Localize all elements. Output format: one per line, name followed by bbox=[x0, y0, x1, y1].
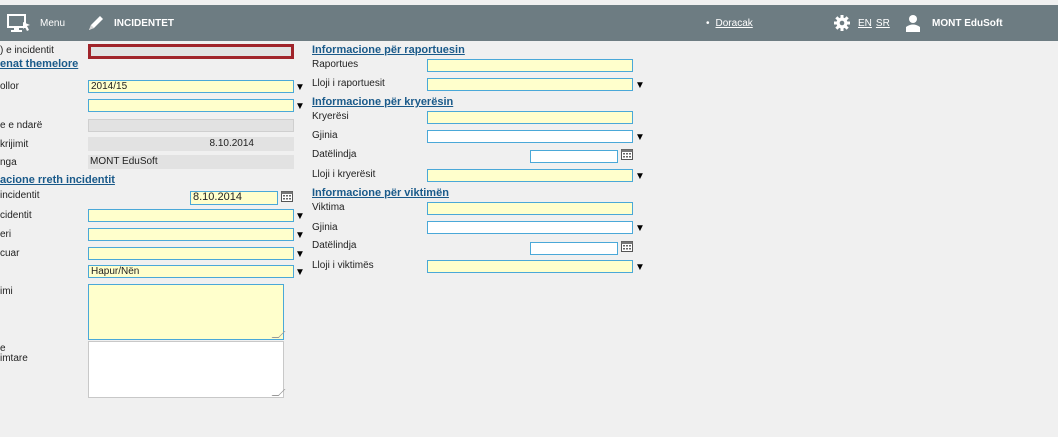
language-switcher: EN SR bbox=[858, 5, 890, 41]
victim-name-label: Viktima bbox=[312, 202, 345, 213]
victim-type-label: Lloji i viktimës bbox=[312, 260, 374, 271]
school-select[interactable] bbox=[88, 99, 294, 112]
lang-en-link[interactable]: EN bbox=[858, 18, 872, 29]
section-reporter: Informacione për raportuesin bbox=[312, 44, 465, 56]
victim-type-select[interactable] bbox=[427, 260, 633, 273]
status-select[interactable]: Hapur/Nën bbox=[88, 265, 294, 278]
reporter-type-dropdown-icon[interactable]: ▼ bbox=[635, 81, 645, 91]
incident-date-label: incidentit bbox=[0, 190, 40, 201]
details-textarea[interactable] bbox=[88, 341, 286, 398]
user-icon bbox=[906, 15, 920, 32]
victim-birth-field[interactable] bbox=[530, 242, 618, 255]
menu-monitor-icon bbox=[7, 14, 30, 32]
victim-type-dropdown-icon[interactable]: ▼ bbox=[635, 263, 645, 273]
pencil-icon bbox=[89, 16, 103, 30]
victim-gender-select[interactable] bbox=[427, 221, 633, 234]
reporter-name-label: Raportues bbox=[312, 59, 359, 70]
incident-date-field[interactable]: 8.10.2014 bbox=[190, 191, 278, 205]
manual-link[interactable]: Doracak bbox=[716, 18, 753, 29]
perpetrator-birth-field[interactable] bbox=[530, 150, 618, 163]
incident-form: ) e incidentit enat themelore ollor 2014… bbox=[0, 41, 1058, 437]
perpetrator-type-select[interactable] bbox=[427, 169, 633, 182]
reporter-type-select[interactable] bbox=[427, 78, 633, 91]
school-year-label: ollor bbox=[0, 81, 19, 92]
field-cuar-dropdown-icon[interactable]: ▼ bbox=[295, 250, 305, 260]
field-eri-dropdown-icon[interactable]: ▼ bbox=[295, 231, 305, 241]
reporter-type-label: Lloji i raportuesit bbox=[312, 78, 385, 89]
menu-label: Menu bbox=[40, 17, 66, 29]
perpetrator-birth-label: Datëlindja bbox=[312, 149, 357, 160]
perpetrator-gender-select[interactable] bbox=[427, 130, 633, 143]
details-label-line2: imtare bbox=[0, 353, 28, 364]
field-eri-select[interactable] bbox=[88, 228, 294, 241]
victim-gender-label: Gjinia bbox=[312, 222, 338, 233]
victim-birth-label: Datëlindja bbox=[312, 240, 357, 251]
created-by-label: nga bbox=[0, 157, 17, 168]
section-incident-info: acione rreth incidentit bbox=[0, 174, 115, 186]
perpetrator-name-field[interactable] bbox=[427, 111, 633, 124]
calendar-icon[interactable] bbox=[281, 190, 293, 202]
gear-icon bbox=[834, 15, 850, 31]
description-textarea[interactable] bbox=[88, 284, 286, 340]
school-year-dropdown-icon[interactable]: ▼ bbox=[295, 83, 305, 93]
perpetrator-type-dropdown-icon[interactable]: ▼ bbox=[635, 172, 645, 182]
perpetrator-name-label: Kryerësi bbox=[312, 111, 349, 122]
resize-grip-icon[interactable] bbox=[271, 331, 286, 338]
perpetrator-type-label: Lloji i kryerësit bbox=[312, 169, 376, 180]
field-cuar-select[interactable] bbox=[88, 247, 294, 260]
divided-field bbox=[88, 119, 294, 132]
incident-id-label: ) e incidentit bbox=[0, 45, 54, 56]
calendar-icon[interactable] bbox=[621, 240, 633, 252]
module-header: INCIDENTET bbox=[86, 5, 174, 41]
divided-label: e e ndarë bbox=[0, 120, 43, 131]
created-by-value: MONT EduSoft bbox=[88, 155, 294, 169]
resize-grip-icon[interactable] bbox=[271, 389, 286, 396]
user-name: MONT EduSoft bbox=[932, 17, 1003, 29]
reporter-name-field[interactable] bbox=[427, 59, 633, 72]
incident-id-field[interactable] bbox=[88, 44, 294, 59]
field-cuar-label: cuar bbox=[0, 248, 20, 259]
user-menu[interactable]: MONT EduSoft bbox=[906, 5, 1003, 41]
top-nav-bar: Menu INCIDENTET • Doracak EN SR MONT Edu… bbox=[0, 5, 1058, 41]
lang-sr-link[interactable]: SR bbox=[876, 18, 890, 29]
description-label: imi bbox=[0, 286, 13, 297]
bullet-icon: • bbox=[706, 17, 710, 29]
created-date-value: 8.10.2014 bbox=[88, 137, 294, 151]
school-dropdown-icon[interactable]: ▼ bbox=[295, 102, 305, 112]
settings-button[interactable] bbox=[834, 5, 850, 41]
section-victim: Informacione për viktimën bbox=[312, 187, 449, 199]
module-title: INCIDENTET bbox=[114, 17, 174, 29]
incident-type-label: cidentit bbox=[0, 210, 32, 221]
status-dropdown-icon[interactable]: ▼ bbox=[295, 268, 305, 278]
calendar-icon[interactable] bbox=[621, 148, 633, 160]
section-basic-data: enat themelore bbox=[0, 58, 79, 70]
manual-link-wrap: • Doracak bbox=[706, 5, 753, 41]
menu-button[interactable]: Menu bbox=[6, 5, 65, 41]
perpetrator-gender-dropdown-icon[interactable]: ▼ bbox=[635, 133, 645, 143]
school-year-select[interactable]: 2014/15 bbox=[88, 80, 294, 93]
incident-type-select[interactable] bbox=[88, 209, 294, 222]
victim-name-field[interactable] bbox=[427, 202, 633, 215]
victim-gender-dropdown-icon[interactable]: ▼ bbox=[635, 224, 645, 234]
field-eri-label: eri bbox=[0, 229, 12, 240]
section-perpetrator: Informacione për kryerësin bbox=[312, 96, 454, 108]
created-date-label: krijimit bbox=[0, 139, 29, 150]
perpetrator-gender-label: Gjinia bbox=[312, 130, 338, 141]
incident-type-dropdown-icon[interactable]: ▼ bbox=[295, 212, 305, 222]
